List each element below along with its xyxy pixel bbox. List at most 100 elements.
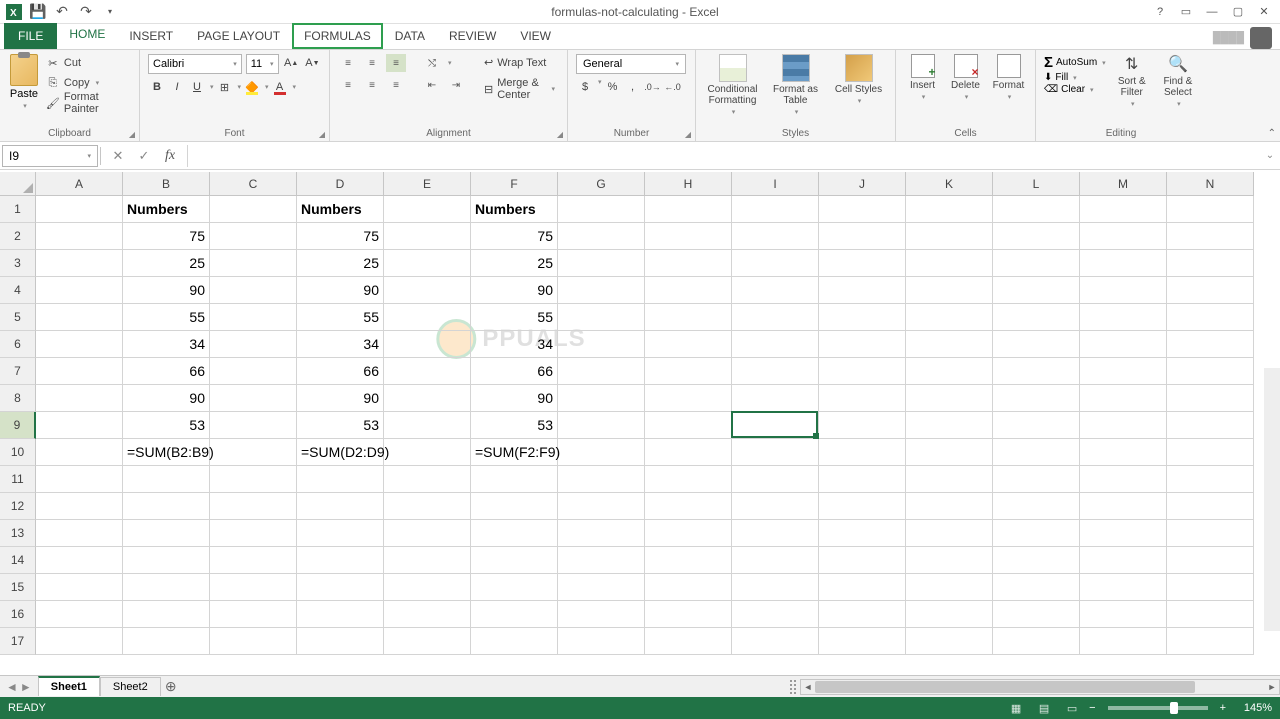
cell[interactable] [1080,493,1167,520]
new-sheet-button[interactable]: ⊕ [161,677,181,697]
cell[interactable] [993,331,1080,358]
align-top-button[interactable]: ≡ [338,54,358,72]
cell[interactable] [819,277,906,304]
cell[interactable] [1080,574,1167,601]
cell[interactable] [1080,466,1167,493]
cell[interactable] [819,304,906,331]
cell[interactable]: 34 [123,331,210,358]
cell[interactable] [906,223,993,250]
cell[interactable]: 90 [471,277,558,304]
format-button[interactable]: Format▾ [990,54,1027,101]
cell[interactable] [210,547,297,574]
cell[interactable] [123,520,210,547]
cell[interactable] [993,520,1080,547]
cell[interactable]: 90 [297,277,384,304]
find-select-button[interactable]: 🔍Find & Select▾ [1158,54,1198,108]
insert-button[interactable]: Insert▾ [904,54,941,101]
zoom-slider[interactable] [1108,706,1208,710]
cell[interactable] [1080,331,1167,358]
cell[interactable] [993,250,1080,277]
cell[interactable] [1167,466,1254,493]
cell[interactable] [36,601,123,628]
col-header[interactable]: M [1080,172,1167,196]
cell[interactable] [1080,358,1167,385]
cell[interactable] [1167,250,1254,277]
cell[interactable]: 55 [471,304,558,331]
cell[interactable] [558,223,645,250]
cell[interactable] [558,439,645,466]
cell[interactable] [993,628,1080,655]
zoom-in-icon[interactable]: + [1220,702,1226,714]
tab-file[interactable]: FILE [4,23,57,49]
row-header[interactable]: 1 [0,196,36,223]
cells-area[interactable]: PPUALS NumbersNumbersNumbers757575252525… [36,196,1254,655]
font-color-button[interactable]: A [271,78,289,96]
decrease-font-button[interactable]: A▼ [304,54,321,72]
tab-formulas[interactable]: FORMULAS [292,23,383,49]
cell[interactable] [297,628,384,655]
cell[interactable] [1080,223,1167,250]
cell[interactable]: =SUM(B2:B9) [123,439,210,466]
cell[interactable] [210,628,297,655]
align-middle-button[interactable]: ≡ [362,54,382,72]
cell[interactable]: 90 [297,385,384,412]
underline-button[interactable]: U [188,78,206,96]
cell[interactable] [993,196,1080,223]
increase-indent-button[interactable]: ⇥ [446,76,466,94]
cell[interactable] [384,493,471,520]
wrap-text-button[interactable]: ↩Wrap Text [480,54,559,71]
cell[interactable] [558,277,645,304]
cell[interactable] [210,331,297,358]
close-icon[interactable]: ✕ [1254,2,1274,22]
align-right-button[interactable]: ≡ [386,76,406,94]
col-header[interactable]: J [819,172,906,196]
cell[interactable] [210,304,297,331]
row-header[interactable]: 14 [0,547,36,574]
cell[interactable] [645,601,732,628]
cell[interactable] [645,493,732,520]
scroll-left-icon[interactable]: ◄ [801,680,815,694]
col-header[interactable]: A [36,172,123,196]
minimize-icon[interactable]: — [1202,2,1222,22]
cell[interactable] [1080,520,1167,547]
cell[interactable] [384,196,471,223]
cell[interactable] [123,493,210,520]
tab-review[interactable]: REVIEW [437,23,508,49]
autosum-button[interactable]: ΣAutoSum▾ [1044,54,1106,71]
row-header[interactable]: 2 [0,223,36,250]
undo-icon[interactable]: ↶ [52,2,72,22]
cell[interactable] [993,574,1080,601]
cell[interactable] [36,466,123,493]
delete-button[interactable]: Delete▾ [947,54,984,101]
cell[interactable] [36,493,123,520]
cell[interactable] [558,331,645,358]
row-header[interactable]: 10 [0,439,36,466]
cell[interactable] [993,385,1080,412]
cell[interactable] [123,547,210,574]
cell[interactable]: 53 [123,412,210,439]
cell[interactable] [906,196,993,223]
cell[interactable] [36,574,123,601]
cell[interactable] [297,547,384,574]
row-header[interactable]: 12 [0,493,36,520]
save-icon[interactable]: 💾 [28,2,48,22]
normal-view-icon[interactable]: ▦ [1005,700,1027,716]
name-box[interactable]: I9▾ [2,145,98,167]
cell[interactable] [732,493,819,520]
cell[interactable]: 66 [471,358,558,385]
copy-button[interactable]: ⎘Copy▾ [46,74,131,92]
cell[interactable]: 25 [297,250,384,277]
cell[interactable] [906,304,993,331]
clipboard-launcher[interactable]: ◢ [129,130,135,139]
italic-button[interactable]: I [168,78,186,96]
decrease-indent-button[interactable]: ⇤ [422,76,442,94]
col-header[interactable]: L [993,172,1080,196]
cell[interactable] [297,520,384,547]
cell[interactable] [384,223,471,250]
cell[interactable] [297,574,384,601]
cell[interactable] [210,412,297,439]
cell[interactable] [1167,385,1254,412]
cell[interactable] [558,466,645,493]
sort-filter-button[interactable]: ⇅Sort & Filter▾ [1112,54,1152,108]
cell[interactable] [36,223,123,250]
